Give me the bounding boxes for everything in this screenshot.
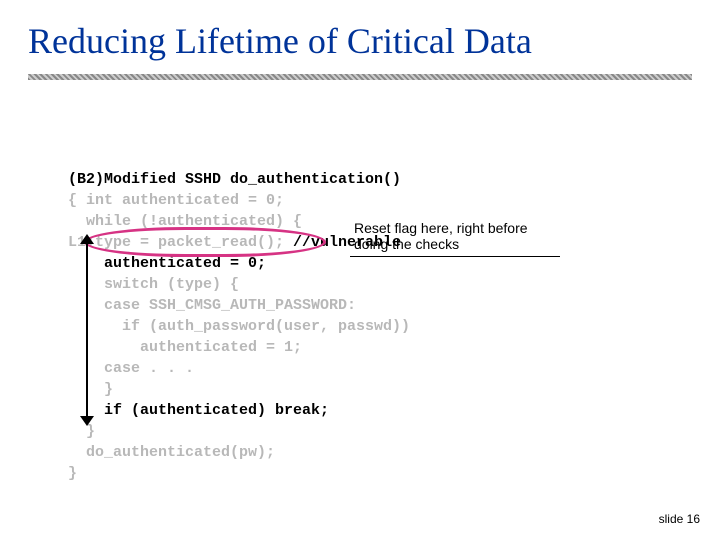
- code-line-9: case . . .: [68, 360, 194, 377]
- code-line-14: }: [68, 465, 77, 482]
- annotation-underline: [350, 256, 560, 257]
- title-divider: [28, 74, 692, 80]
- code-line-6: case SSH_CMSG_AUTH_PASSWORD:: [68, 297, 356, 314]
- code-line-12: }: [68, 423, 95, 440]
- code-line-4-highlighted: authenticated = 0;: [68, 255, 266, 272]
- code-line-13: do_authenticated(pw);: [68, 444, 275, 461]
- code-line-1: { int authenticated = 0;: [68, 192, 284, 209]
- code-line-11: if (authenticated) break;: [68, 402, 329, 419]
- slide-number: slide 16: [659, 512, 700, 526]
- annotation-text: Reset flag here, right before doing the …: [350, 218, 568, 254]
- slide-title: Reducing Lifetime of Critical Data: [28, 20, 532, 62]
- code-line-5: switch (type) {: [68, 276, 239, 293]
- code-listing: (B2)Modified SSHD do_authentication() { …: [68, 148, 410, 484]
- code-line-0: (B2)Modified SSHD do_authentication(): [68, 171, 401, 188]
- code-line-7: if (auth_password(user, passwd)): [68, 318, 410, 335]
- code-line-2: while (!authenticated) {: [68, 213, 302, 230]
- code-line-10: }: [68, 381, 113, 398]
- code-line-8: authenticated = 1;: [68, 339, 302, 356]
- code-line-3a: L1:type = packet_read();: [68, 234, 284, 251]
